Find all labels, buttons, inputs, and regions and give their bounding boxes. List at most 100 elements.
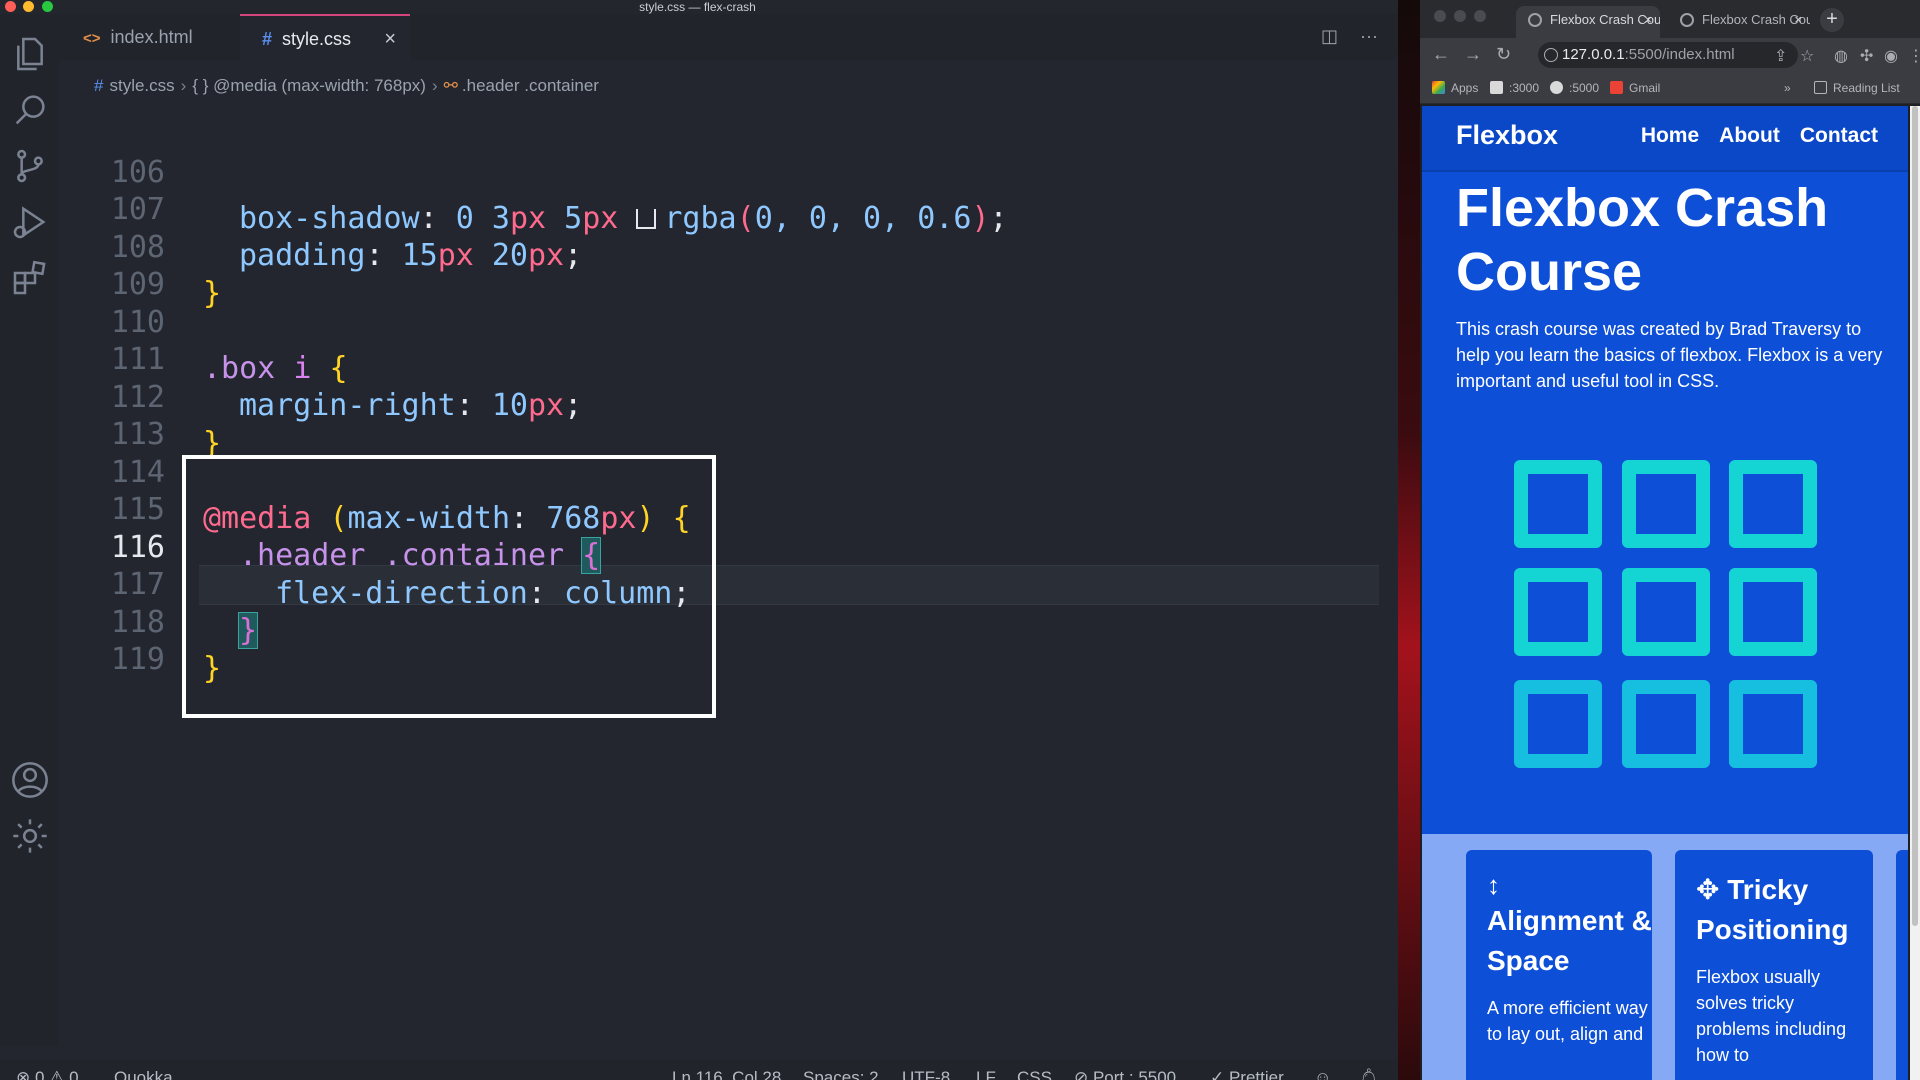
breadcrumb-media[interactable]: { } @media (max-width: 768px): [192, 76, 426, 95]
css-file-icon: #: [262, 29, 273, 49]
profile-avatar-icon[interactable]: ◉: [1884, 46, 1898, 66]
new-tab-button[interactable]: +: [1820, 8, 1844, 32]
bookmark-3000[interactable]: :3000: [1490, 81, 1539, 95]
reading-list[interactable]: Reading List: [1814, 81, 1900, 95]
html-file-icon: <>: [83, 30, 101, 47]
share-icon[interactable]: ⇪: [1774, 46, 1787, 66]
close-tab-icon[interactable]: ×: [1794, 6, 1802, 34]
extensions-puzzle-icon[interactable]: ✣: [1860, 46, 1873, 66]
breadcrumb-selector[interactable]: .header .container: [462, 76, 599, 95]
encoding-status[interactable]: UTF-8: [902, 1068, 950, 1080]
bookmark-label: :3000: [1509, 81, 1540, 95]
account-icon[interactable]: [10, 760, 50, 800]
feature-card: ✥ Tricky Positioning Flexbox usually sol…: [1675, 850, 1873, 1080]
chevron-right-icon: ›: [180, 76, 187, 95]
reading-list-icon: [1814, 81, 1827, 94]
features-section: ↕ Alignment & Space A more efficient way…: [1422, 834, 1908, 1080]
bookmark-label: :5000: [1569, 81, 1600, 95]
vscode-window: <> index.html # style.css × ◫ ··· # style.cs…: [0, 14, 1457, 1080]
card-title: Alignment & Space: [1487, 905, 1652, 976]
indentation-status[interactable]: Spaces: 2: [803, 1068, 879, 1080]
highlight-annotation-box: [182, 455, 716, 718]
bookmarks-overflow[interactable]: »: [1784, 81, 1791, 95]
notifications-bell-icon[interactable]: 🔔︎: [1358, 1068, 1380, 1080]
move-arrows-icon: ✥: [1696, 874, 1720, 905]
hero-title: Flexbox Crash Course: [1456, 178, 1829, 302]
globe-icon: [1528, 13, 1542, 27]
port-icon: ⊘: [1074, 1068, 1093, 1080]
breadcrumb: # style.css › { } @media (max-width: 768px)…: [94, 76, 599, 96]
page-scrollbar[interactable]: [1910, 106, 1920, 1080]
bookmark-apps[interactable]: Apps: [1432, 81, 1478, 95]
extension-icon[interactable]: ◍: [1834, 46, 1848, 66]
more-actions-icon[interactable]: ···: [1360, 26, 1378, 46]
editor-actions: ◫ ···: [1299, 26, 1378, 47]
reload-icon[interactable]: ↻: [1496, 44, 1511, 65]
search-icon[interactable]: [10, 90, 50, 130]
nav-link-about[interactable]: About: [1719, 124, 1780, 147]
check-icon: ✓: [1210, 1068, 1229, 1080]
tab-index-html[interactable]: <> index.html: [83, 14, 233, 60]
tab-style-css[interactable]: # style.css ×: [240, 14, 410, 60]
close-tab-icon[interactable]: ×: [1644, 6, 1652, 34]
bookmark-label: Apps: [1451, 81, 1479, 95]
settings-gear-icon[interactable]: [10, 816, 50, 856]
selector-symbol-icon: ⚯: [443, 76, 458, 95]
grid-box: [1514, 680, 1602, 768]
chevron-right-icon: ›: [431, 76, 438, 95]
extensions-icon[interactable]: [10, 258, 50, 298]
browser-toolbar: ← → ↻ 127.0.0.1:5500/index.html ⇪ ☆ ◍ ✣ …: [1420, 38, 1920, 72]
browser-tab[interactable]: Flexbox Crash Course×: [1668, 6, 1810, 38]
language-mode[interactable]: CSS: [1017, 1068, 1052, 1080]
address-bar[interactable]: 127.0.0.1:5500/index.html: [1538, 42, 1798, 68]
line-number: 119: [110, 642, 165, 677]
gmail-icon: [1610, 81, 1623, 94]
url-host: 127.0.0.1: [1562, 46, 1625, 63]
menu-kebab-icon[interactable]: ⋮: [1908, 46, 1920, 66]
prettier-status[interactable]: ✓ Prettier: [1210, 1068, 1284, 1080]
explorer-icon[interactable]: [10, 34, 50, 74]
desktop-wallpaper: [1398, 0, 1420, 1080]
tab-label: index.html: [110, 27, 193, 47]
site-logo[interactable]: Flexbox: [1456, 120, 1558, 151]
source-control-icon[interactable]: [10, 146, 50, 186]
bookmark-gmail[interactable]: Gmail: [1610, 81, 1660, 95]
chrome-window: Flexbox Crash Course× Flexbox Crash Cour…: [1420, 0, 1920, 1080]
site-info-icon[interactable]: [1544, 48, 1558, 62]
cursor-position[interactable]: Ln 116, Col 28: [672, 1068, 781, 1080]
grid-box: [1514, 568, 1602, 656]
bookmark-5000[interactable]: :5000: [1550, 81, 1599, 95]
feature-card: ↕ Alignment & Space A more efficient way…: [1466, 850, 1652, 1080]
forward-arrow-icon[interactable]: →: [1464, 44, 1482, 65]
live-server-port[interactable]: ⊘ Port : 5500: [1074, 1068, 1176, 1080]
split-editor-icon[interactable]: ◫: [1321, 26, 1338, 46]
run-debug-icon[interactable]: [10, 202, 50, 242]
scrollbar-thumb[interactable]: [1912, 106, 1918, 926]
globe-icon: [1680, 13, 1694, 27]
nav-link-contact[interactable]: Contact: [1800, 124, 1878, 147]
card-text: A more efficient way to lay out, align a…: [1487, 998, 1648, 1044]
card-title-text: Tricky Positioning: [1696, 874, 1849, 945]
activity-bar: [0, 14, 59, 1046]
page-viewport[interactable]: Flexbox Home About Contact Flexbox Crash C…: [1422, 106, 1908, 1080]
bookmark-star-icon[interactable]: ☆: [1800, 46, 1814, 66]
back-arrow-icon[interactable]: ←: [1432, 44, 1450, 65]
reading-list-label: Reading List: [1833, 81, 1900, 95]
browser-tab-active[interactable]: Flexbox Crash Course×: [1516, 6, 1660, 38]
site-nav: Home About Contact: [1621, 124, 1878, 148]
card-title: ✥ Tricky Positioning: [1696, 870, 1873, 950]
box-grid-graphic: [1514, 460, 1820, 770]
breadcrumb-file[interactable]: style.css: [109, 76, 174, 95]
grid-box: [1622, 460, 1710, 548]
grid-box: [1622, 568, 1710, 656]
zoom-window-button[interactable]: [1474, 10, 1486, 22]
problems-indicator[interactable]: ⊗ 0 ⚠ 0: [16, 1068, 79, 1080]
close-window-button[interactable]: [1434, 10, 1446, 22]
close-tab-icon[interactable]: ×: [384, 16, 396, 62]
feedback-icon[interactable]: ☺: [1314, 1068, 1331, 1080]
bookmarks-bar: Apps :3000 :5000 Gmail » Reading List: [1420, 72, 1920, 104]
nav-link-home[interactable]: Home: [1641, 124, 1699, 147]
eol-status[interactable]: LF: [976, 1068, 996, 1080]
quokka-status[interactable]: Quokka: [114, 1068, 173, 1080]
minimize-window-button[interactable]: [1454, 10, 1466, 22]
